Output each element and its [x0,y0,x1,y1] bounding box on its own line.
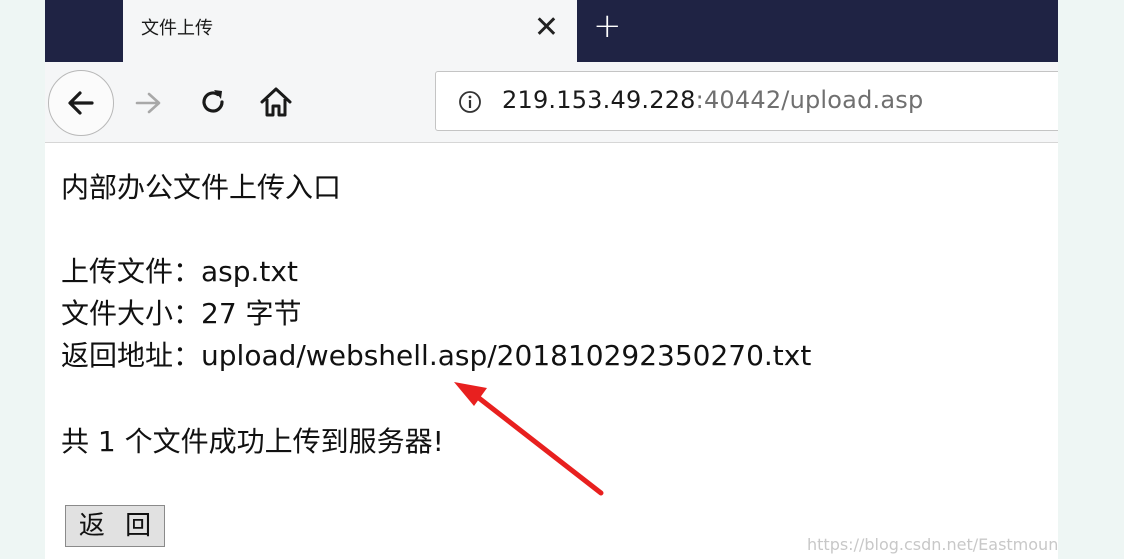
navigation-toolbar: 219.153.49.228:40442/upload.asp [45,62,1058,143]
home-icon [260,87,292,117]
file-size-value: 27 字节 [201,297,302,330]
back-button[interactable] [48,70,114,136]
uploaded-file-label: 上传文件： [61,255,202,288]
tab-title: 文件上传 [141,18,213,39]
url-text[interactable]: 219.153.49.228:40442/upload.asp [502,86,923,114]
new-tab-icon[interactable]: + [593,6,622,46]
return-path-value: upload/webshell.asp/201810292350270.txt [201,339,812,372]
file-size-row: 文件大小：27 字节 [61,297,302,331]
tab-bar: 文件上传 ✕ + [45,0,1058,62]
return-path-label: 返回地址： [61,339,202,372]
arrow-right-icon [135,92,161,114]
file-size-label: 文件大小： [61,297,202,330]
return-button[interactable]: 返 回 [65,505,165,547]
forward-button[interactable] [133,87,165,119]
tab-upload[interactable]: 文件上传 ✕ [123,0,577,62]
url-host: 219.153.49.228 [502,86,696,114]
watermark: https://blog.csdn.net/Eastmount [807,535,1058,554]
page-content: 内部办公文件上传入口 上传文件：asp.txt 文件大小：27 字节 返回地址：… [45,143,1058,559]
arrow-left-icon [68,91,94,115]
address-bar[interactable]: 219.153.49.228:40442/upload.asp [435,71,1058,131]
info-icon[interactable] [458,90,482,114]
browser-window: 文件上传 ✕ + 219.153.49.228:40442/upload.asp… [45,0,1058,559]
upload-summary: 共 1 个文件成功上传到服务器! [61,425,444,458]
uploaded-file-row: 上传文件：asp.txt [61,255,298,289]
close-icon[interactable]: ✕ [534,8,559,48]
home-button[interactable] [258,85,294,119]
uploaded-file-value: asp.txt [201,255,298,288]
reload-button[interactable] [197,86,229,118]
return-path-row: 返回地址：upload/webshell.asp/201810292350270… [61,339,811,373]
url-path: :40442/upload.asp [695,86,924,114]
page-heading: 内部办公文件上传入口 [61,171,342,204]
reload-icon [202,90,224,113]
